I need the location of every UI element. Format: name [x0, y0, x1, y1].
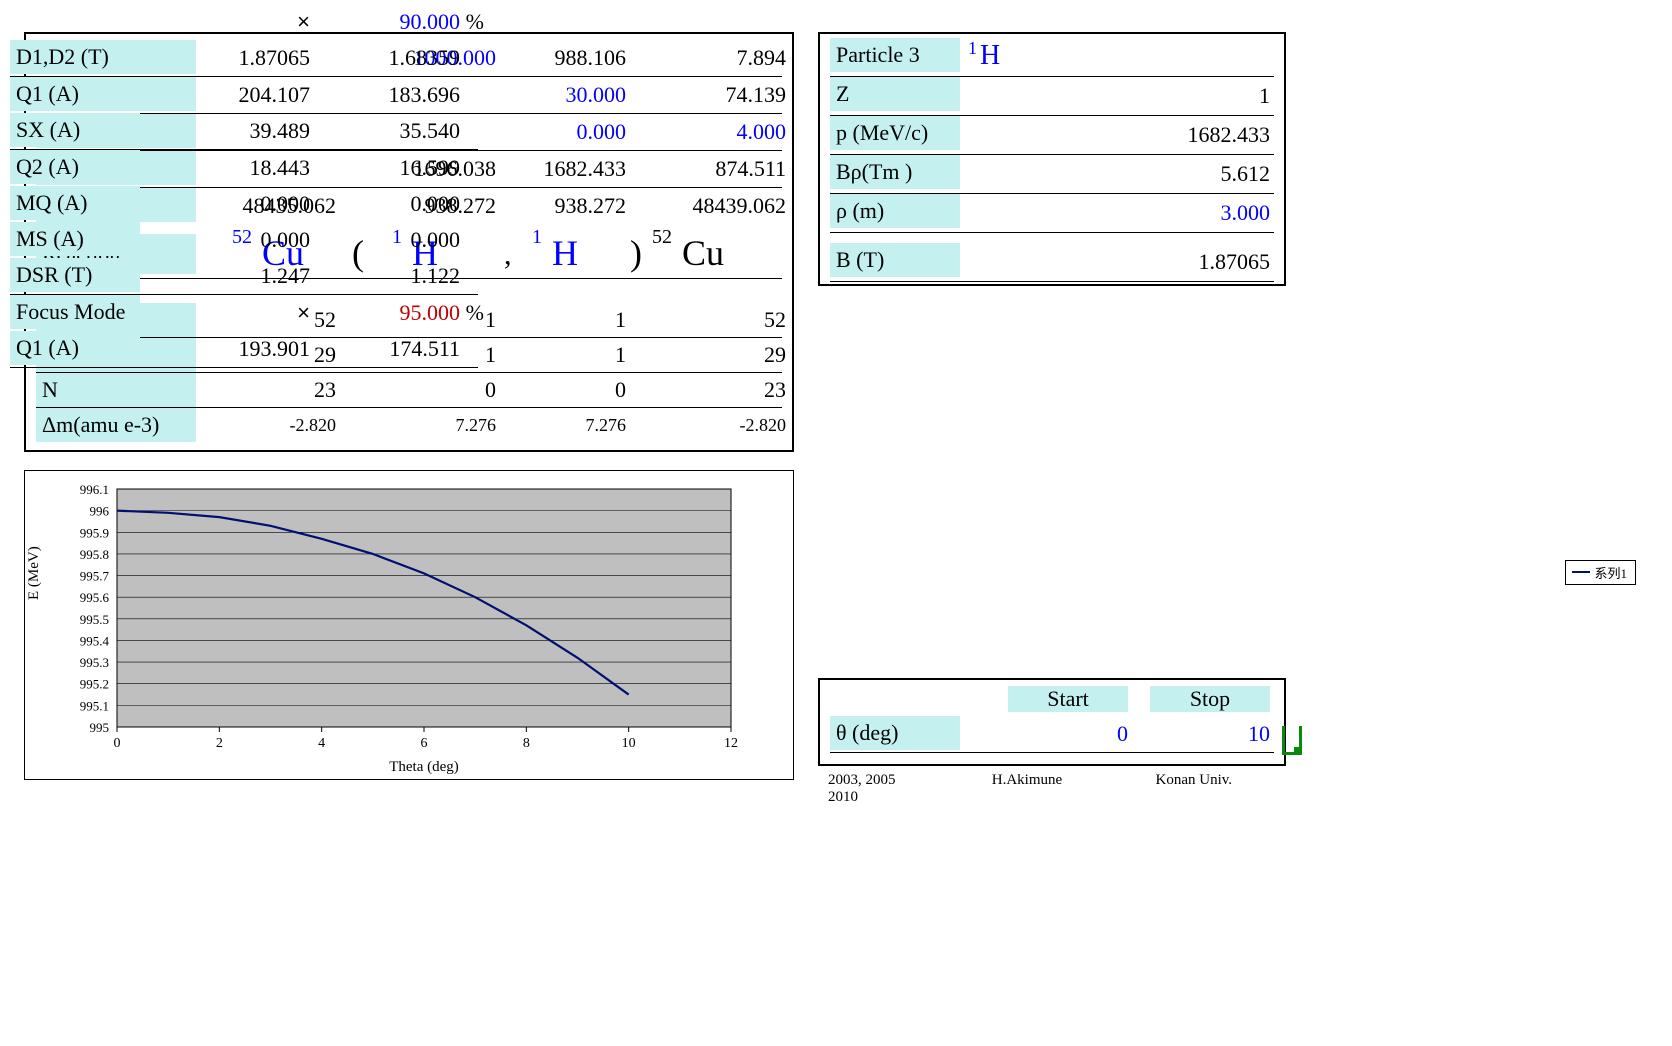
svg-text:996: 996 — [90, 504, 110, 519]
particle3-row: p (MeV/c)1682.433 — [830, 116, 1274, 155]
energy-vs-theta-chart: 995 995.1 995.2 995.3 995.4 995.5 995.6 995.7 99… — [24, 470, 794, 780]
svg-text:995.7: 995.7 — [80, 569, 110, 584]
start-header: Start — [1008, 686, 1128, 712]
q1-focus-row: Q1 (A) 193.901 174.511 — [10, 331, 478, 368]
particle3-row: Bρ(Tm )5.612 — [830, 155, 1274, 194]
nuclide-row: Δm(amu e-3)-2.8207.2767.276-2.820 — [36, 408, 782, 442]
magnet-row: Q1 (A)204.107183.696 — [10, 77, 478, 113]
particle3-row: Particle 31H — [830, 38, 1274, 77]
svg-text:995.4: 995.4 — [80, 633, 110, 648]
svg-text:995.9: 995.9 — [80, 525, 109, 540]
chart-legend: 系列1 — [1565, 560, 1636, 585]
magnet-row: MS (A)0.0000.000 — [10, 222, 478, 258]
svg-text:10: 10 — [622, 736, 636, 751]
magnet-row: MQ (A)0.0000.000 — [10, 186, 478, 222]
particle3-panel: Particle 31HZ1p (MeV/c)1682.433Bρ(Tm )5.… — [818, 32, 1286, 286]
svg-text:6: 6 — [421, 736, 428, 751]
svg-text:995.3: 995.3 — [80, 655, 109, 670]
svg-text:8: 8 — [523, 736, 530, 751]
cell-cursor-icon — [1282, 726, 1302, 755]
svg-text:995.1: 995.1 — [80, 698, 109, 713]
svg-text:Theta (deg): Theta (deg) — [389, 759, 459, 775]
magnet-row: Q2 (A)18.44316.599 — [10, 150, 478, 186]
svg-text:995.5: 995.5 — [80, 612, 109, 627]
stop-header: Stop — [1150, 686, 1270, 712]
scale-percent-input[interactable]: 90.000 — [320, 4, 460, 40]
focus-percent-input[interactable]: 95.000 — [320, 295, 460, 331]
particle3-row: ρ (m)3.000 — [830, 194, 1274, 233]
svg-text:12: 12 — [724, 736, 738, 751]
svg-text:995.8: 995.8 — [80, 547, 109, 562]
chart-y-axis-label: E (MeV) — [26, 546, 43, 600]
nuclide-row: N230023 — [36, 373, 782, 408]
svg-text:995: 995 — [90, 720, 110, 735]
particle3-row: Z1 — [830, 77, 1274, 116]
credits: 2003, 2005 2010 H.Akimune Konan Univ. — [828, 772, 1288, 806]
svg-text:4: 4 — [318, 736, 325, 751]
theta-start-input[interactable]: 0 — [1008, 716, 1128, 752]
theta-range-label: θ (deg) — [830, 716, 960, 750]
svg-text:996.1: 996.1 — [80, 482, 109, 497]
theta-stop-input[interactable]: 10 — [1150, 716, 1270, 752]
svg-text:2: 2 — [216, 736, 223, 751]
svg-text:0: 0 — [114, 736, 121, 751]
magnet-row: D1,D2 (T)1.870651.68359 — [10, 40, 478, 77]
svg-text:995.2: 995.2 — [80, 677, 109, 692]
focus-mode-row: Focus Mode × 95.000 % — [10, 295, 478, 331]
particle3-row: B (T)1.87065 — [830, 243, 1274, 282]
magnets-panel: × 90.000 % D1,D2 (T)1.870651.68359Q1 (A)… — [0, 0, 488, 362]
scaling-row: × 90.000 % — [10, 4, 478, 40]
magnet-row: SX (A)39.48935.540 — [10, 113, 478, 150]
scan-range-panel: Start Stop θ (deg) 0 10 — [818, 678, 1286, 766]
focus-mode-label: Focus Mode — [10, 295, 140, 329]
magnet-row: DSR (T)1.2471.122 — [10, 258, 478, 295]
svg-text:995.6: 995.6 — [80, 590, 110, 605]
